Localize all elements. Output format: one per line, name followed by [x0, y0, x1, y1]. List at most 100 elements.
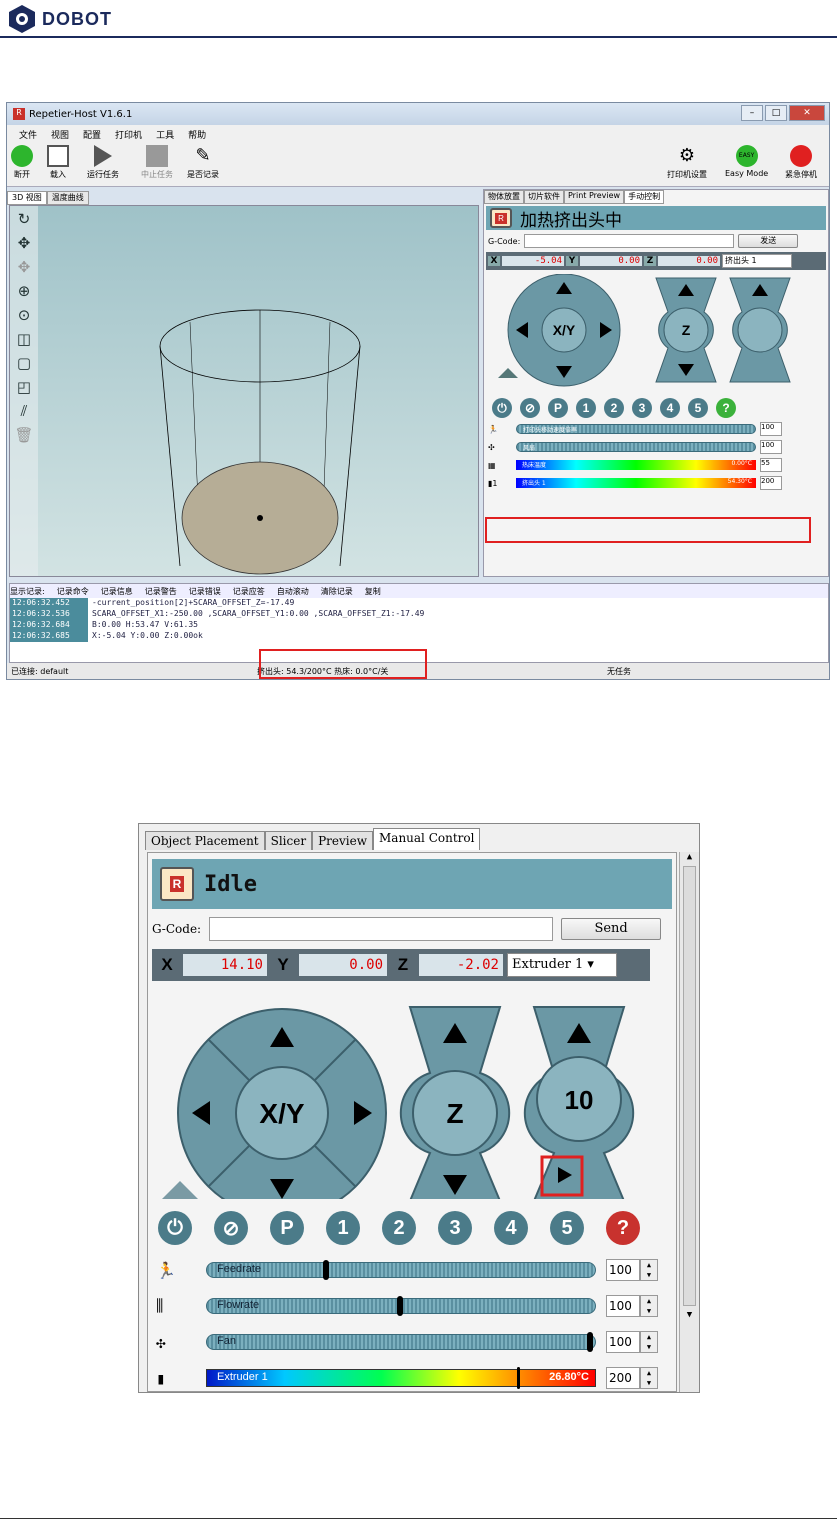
extruder-temp-value[interactable]: 200 [760, 476, 782, 490]
macro-4-button[interactable]: 4 [660, 398, 680, 418]
jog-controls: X/Y Z [498, 274, 791, 387]
x-value: -5.04 [502, 256, 564, 266]
macro-4-button-en[interactable]: 4 [494, 1211, 528, 1245]
extruder-temp-slider-en[interactable]: Extruder 1 26.80°C [206, 1367, 596, 1389]
log-toggle-button[interactable]: ✎ 是否记录 [187, 145, 219, 180]
feedrate-thumb[interactable] [323, 1260, 330, 1280]
emergency-stop-button[interactable]: 紧急停机 [785, 145, 817, 180]
send-button[interactable]: 发送 [738, 234, 799, 248]
extruder-thumb[interactable] [517, 1367, 521, 1389]
tab-manual-control-en[interactable]: Manual Control [373, 828, 481, 850]
extruder-temp-value-en[interactable]: 200 [606, 1367, 640, 1389]
close-button[interactable]: ✕ [789, 105, 825, 121]
macro-2-button-en[interactable]: 2 [382, 1211, 416, 1245]
home-icon-en[interactable] [162, 1181, 198, 1199]
tab-slicer[interactable]: 切片软件 [524, 190, 564, 204]
tab-print-preview[interactable]: Print Preview [564, 190, 625, 204]
bed-temp-slider[interactable]: 热床温度 0.00°C [516, 460, 756, 470]
fan-value-en[interactable]: 100 [606, 1331, 640, 1353]
macro-5-button[interactable]: 5 [688, 398, 708, 418]
motors-off-icon[interactable]: ⊘ [520, 398, 540, 418]
title-bar: R Repetier-Host V1.6.1 – □ ✕ [7, 103, 829, 125]
log-info-option[interactable]: 记录信息 [101, 586, 133, 597]
extruder-select-en[interactable]: Extruder 1 ▾ [507, 953, 617, 977]
menu-printer[interactable]: 打印机 [115, 128, 142, 141]
macro-5-button-en[interactable]: 5 [550, 1211, 584, 1245]
tab-slicer-en[interactable]: Slicer [264, 831, 313, 850]
flowrate-spinner[interactable]: ▲ ▼ [640, 1295, 658, 1317]
tab-3d-view[interactable]: 3D 视图 [7, 191, 47, 205]
vertical-scrollbar[interactable]: ▲ ▼ [679, 852, 699, 1392]
log-commands-option[interactable]: 记录命令 [57, 586, 89, 597]
home-icon[interactable] [498, 368, 518, 378]
flowrate-value-en[interactable]: 100 [606, 1295, 640, 1317]
extruder-select[interactable]: 挤出头 1 [722, 254, 792, 268]
help-button-en[interactable]: ? [606, 1211, 640, 1245]
fan-spinner[interactable]: ▲ ▼ [640, 1331, 658, 1353]
tab-temp-curve[interactable]: 温度曲线 [46, 191, 89, 205]
bed-temp-value[interactable]: 55 [760, 458, 782, 472]
fan-slider[interactable]: 风扇 [516, 442, 756, 452]
fan-slider-en[interactable]: Fan [206, 1332, 596, 1352]
park-button-en[interactable]: P [270, 1211, 304, 1245]
power-icon-en[interactable]: ⏻ [158, 1211, 192, 1245]
flowrate-slider-en[interactable]: Flowrate [206, 1296, 596, 1316]
feedrate-slider[interactable]: 打印头移动速度倍率 [516, 424, 756, 434]
send-button-en[interactable]: Send [561, 918, 662, 940]
feedrate-spinner[interactable]: ▲ ▼ [640, 1259, 658, 1281]
load-button[interactable]: 载入 [47, 145, 69, 180]
autoscroll-option[interactable]: 自动滚动 [277, 586, 309, 597]
window-title: Repetier-Host V1.6.1 [29, 108, 133, 120]
menu-tools[interactable]: 工具 [156, 128, 174, 141]
macro-3-button-en[interactable]: 3 [438, 1211, 472, 1245]
log-acks-option[interactable]: 记录应答 [233, 586, 265, 597]
help-button[interactable]: ? [716, 398, 736, 418]
disconnect-button[interactable]: 断开 [11, 145, 33, 180]
scroll-up-icon[interactable]: ▲ [680, 852, 699, 862]
easy-mode-button[interactable]: EASY Easy Mode [725, 145, 768, 178]
flowrate-thumb[interactable] [397, 1296, 404, 1316]
tab-object-placement-en[interactable]: Object Placement [145, 831, 265, 850]
gears-icon: ⚙ [678, 145, 696, 166]
copy-button[interactable]: 复制 [365, 586, 381, 597]
scroll-down-icon[interactable]: ▼ [680, 1310, 699, 1320]
menu-help[interactable]: 帮助 [188, 128, 206, 141]
clear-log-button[interactable]: 清除记录 [321, 586, 353, 597]
macro-3-button[interactable]: 3 [632, 398, 652, 418]
tab-manual-control[interactable]: 手动控制 [624, 190, 665, 204]
fan-thumb[interactable] [587, 1332, 594, 1352]
scroll-thumb[interactable] [683, 866, 696, 1306]
x-label: X [488, 256, 500, 266]
minimize-button[interactable]: – [741, 105, 763, 121]
gcode-input[interactable] [524, 234, 735, 248]
extruder-temp-spinner[interactable]: ▲ ▼ [640, 1367, 658, 1389]
maximize-button[interactable]: □ [765, 105, 787, 121]
menu-config[interactable]: 配置 [83, 128, 101, 141]
printer-settings-button[interactable]: ⚙ 打印机设置 [667, 145, 707, 180]
power-plug-icon [11, 145, 33, 167]
extruder-temp-slider[interactable]: 挤出头 1 54.30°C [516, 478, 756, 488]
motors-off-icon-en[interactable]: ⊘ [214, 1211, 248, 1245]
gcode-input-en[interactable] [209, 917, 554, 941]
tab-preview-en[interactable]: Preview [312, 831, 373, 850]
dobot-logo-icon [9, 5, 35, 33]
menu-view[interactable]: 视图 [51, 128, 69, 141]
fan-value[interactable]: 100 [760, 440, 782, 454]
power-icon[interactable]: ⏻ [492, 398, 512, 418]
run-job-button[interactable]: 运行任务 [87, 145, 119, 180]
3d-viewport[interactable]: ↻ ✥ ✥ ⊕ ⊙ ◫ ▢ ◰ ⫽ 🗑 [9, 205, 479, 577]
tab-object-placement[interactable]: 物体放置 [484, 190, 524, 204]
feedrate-value-en[interactable]: 100 [606, 1259, 640, 1281]
macro-1-button-en[interactable]: 1 [326, 1211, 360, 1245]
dobot-logo: DOBOT [8, 4, 112, 34]
y-value: 0.00 [580, 256, 642, 266]
menu-file[interactable]: 文件 [19, 128, 37, 141]
feedrate-slider-en[interactable]: Feedrate [206, 1260, 596, 1280]
macro-1-button[interactable]: 1 [576, 398, 596, 418]
macro-2-button[interactable]: 2 [604, 398, 624, 418]
park-button[interactable]: P [548, 398, 568, 418]
log-errors-option[interactable]: 记录错误 [189, 586, 221, 597]
log-warnings-option[interactable]: 记录警告 [145, 586, 177, 597]
stop-job-button[interactable]: 中止任务 [141, 145, 173, 180]
feedrate-value[interactable]: 100 [760, 422, 782, 436]
